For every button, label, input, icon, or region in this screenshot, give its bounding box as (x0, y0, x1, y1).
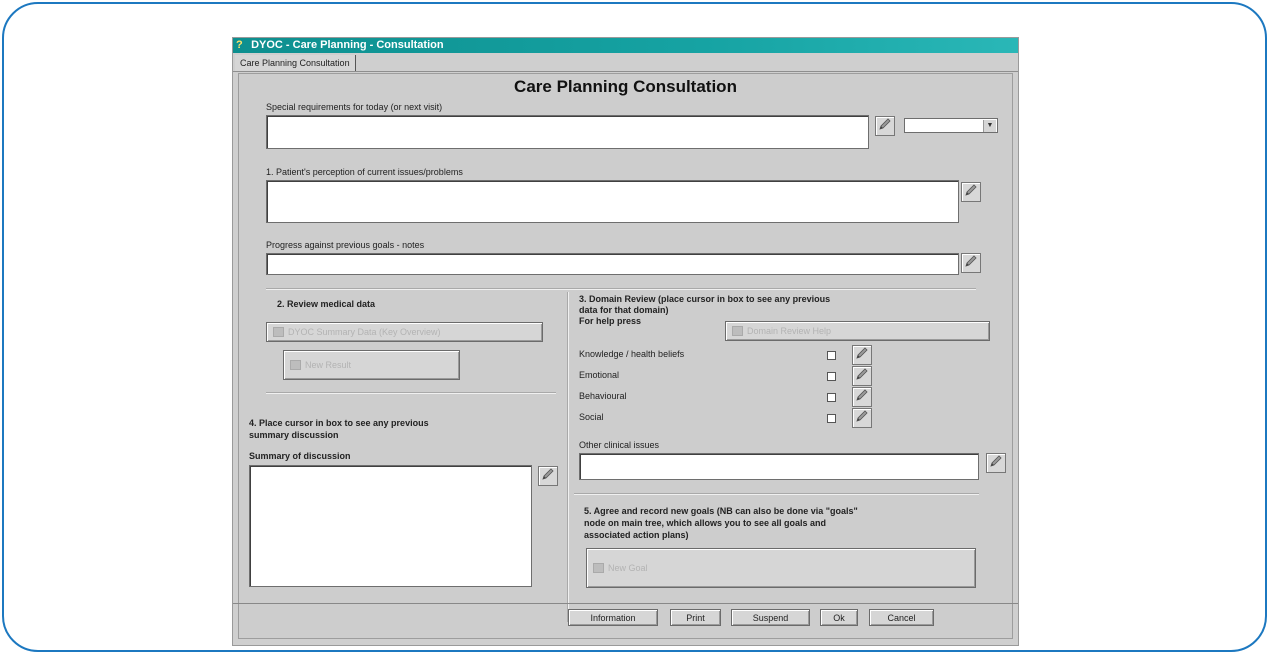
pencil-icon (878, 117, 892, 136)
review-medical-heading: 2. Review medical data (277, 299, 376, 309)
dyoc-summary-button-label: DYOC Summary Data (Key Overview) (288, 327, 441, 337)
domain-behavioural-label: Behavioural (579, 391, 627, 401)
patient-perception-field[interactable] (266, 180, 959, 223)
form-panel: Care Planning Consultation Special requi… (238, 73, 1013, 639)
special-requirements-select[interactable]: ▼ (904, 118, 998, 133)
app-icon: ? (236, 39, 243, 51)
summary-discussion-field[interactable] (249, 465, 532, 587)
summary-instruction-line2: summary discussion (249, 430, 339, 440)
goal-icon (593, 563, 604, 573)
suspend-button[interactable]: Suspend (731, 609, 810, 626)
summary-label: Summary of discussion (249, 451, 351, 461)
special-requirements-edit-button[interactable] (875, 116, 895, 136)
domain-emotional-edit-button[interactable] (852, 366, 872, 386)
cancel-button[interactable]: Cancel (869, 609, 934, 626)
pencil-icon (855, 388, 869, 407)
divider (574, 493, 979, 495)
new-goal-button-label: New Goal (608, 563, 648, 573)
domain-review-help-button[interactable]: Domain Review Help (725, 321, 990, 341)
window-title: DYOC - Care Planning - Consultation (251, 39, 444, 51)
pencil-icon (964, 183, 978, 202)
pencil-icon (855, 367, 869, 386)
new-result-button[interactable]: New Result (283, 350, 460, 380)
domain-behavioural-checkbox[interactable] (827, 393, 836, 402)
new-result-button-label: New Result (305, 360, 352, 370)
patient-perception-edit-button[interactable] (961, 182, 981, 202)
other-clinical-edit-button[interactable] (986, 453, 1006, 473)
information-button[interactable]: Information (568, 609, 658, 626)
summary-edit-button[interactable] (538, 466, 558, 486)
domain-review-help-button-label: Domain Review Help (747, 326, 832, 336)
goals-text-line2: node on main tree, which allows you to s… (584, 518, 827, 528)
new-goal-button[interactable]: New Goal (586, 548, 976, 588)
pencil-icon (541, 467, 555, 486)
divider-vertical (567, 292, 569, 622)
help-icon (732, 326, 743, 336)
tab-care-planning-consultation[interactable]: Care Planning Consultation (235, 55, 356, 71)
pencil-icon (855, 409, 869, 428)
ok-button[interactable]: Ok (820, 609, 858, 626)
summary-instruction-line1: 4. Place cursor in box to see any previo… (249, 418, 429, 428)
chevron-down-icon[interactable]: ▼ (983, 120, 996, 132)
pencil-icon (989, 454, 1003, 473)
domain-review-heading-line2: data for that domain) (579, 305, 669, 315)
progress-notes-edit-button[interactable] (961, 253, 981, 273)
domain-review-heading-line1: 3. Domain Review (place cursor in box to… (579, 294, 831, 304)
domain-knowledge-edit-button[interactable] (852, 345, 872, 365)
result-icon (290, 360, 301, 370)
other-clinical-field[interactable] (579, 453, 979, 480)
progress-label: Progress against previous goals - notes (266, 240, 425, 250)
page-title: Care Planning Consultation (514, 77, 737, 96)
other-clinical-label: Other clinical issues (579, 440, 660, 450)
dyoc-summary-button[interactable]: DYOC Summary Data (Key Overview) (266, 322, 543, 342)
domain-emotional-label: Emotional (579, 370, 620, 380)
title-bar: ? DYOC - Care Planning - Consultation (233, 38, 1018, 53)
tab-bar: Care Planning Consultation (233, 53, 1018, 72)
goals-text-line1: 5. Agree and record new goals (NB can al… (584, 506, 858, 516)
goals-text-line3: associated action plans) (584, 530, 689, 540)
divider (266, 288, 976, 290)
domain-social-label: Social (579, 412, 604, 422)
domain-social-checkbox[interactable] (827, 414, 836, 423)
domain-knowledge-checkbox[interactable] (827, 351, 836, 360)
special-requirements-field[interactable] (266, 115, 869, 149)
patient-perception-label: 1. Patient's perception of current issue… (266, 167, 463, 177)
dialog-window: ? DYOC - Care Planning - Consultation Ca… (232, 37, 1019, 646)
divider (266, 392, 556, 394)
domain-knowledge-label: Knowledge / health beliefs (579, 349, 685, 359)
domain-emotional-checkbox[interactable] (827, 372, 836, 381)
pencil-icon (964, 254, 978, 273)
special-requirements-label: Special requirements for today (or next … (266, 102, 443, 112)
domain-review-help-label: For help press (579, 316, 642, 326)
print-button[interactable]: Print (670, 609, 721, 626)
progress-notes-field[interactable] (266, 253, 959, 275)
domain-social-edit-button[interactable] (852, 408, 872, 428)
domain-behavioural-edit-button[interactable] (852, 387, 872, 407)
footer-bar: Information Print Suspend Ok Cancel (233, 603, 1018, 648)
summary-icon (273, 327, 284, 337)
pencil-icon (855, 346, 869, 365)
